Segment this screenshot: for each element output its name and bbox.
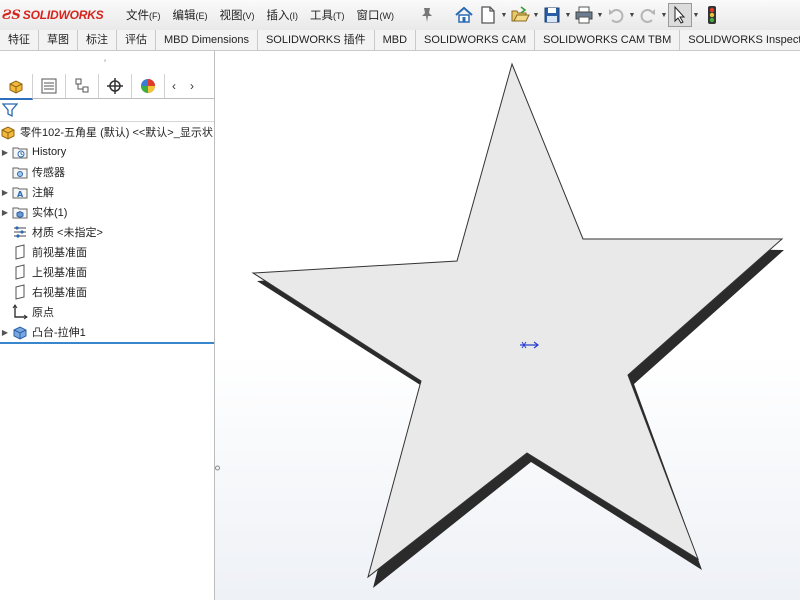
print-icon[interactable] [572, 3, 596, 27]
history-folder-icon [12, 144, 28, 160]
panel-splitter-grip[interactable] [215, 462, 220, 474]
tree-root-label: 零件102-五角星 (默认) <<默认>_显示状 [20, 127, 213, 139]
tree-item-boss-extrude[interactable]: ▶ 凸台-拉伸1 [0, 322, 214, 344]
home-icon[interactable] [452, 3, 476, 27]
menu-file[interactable]: 文件(F) [120, 7, 167, 23]
display-manager-tab[interactable] [132, 74, 165, 98]
panel-collapse-handle[interactable]: ◦ [100, 56, 110, 65]
tree-item-label: 材质 <未指定> [32, 227, 103, 239]
tree-item-label: 传感器 [32, 167, 65, 179]
save-dropdown-icon[interactable]: ▼ [564, 3, 572, 27]
brand-name: SOLIDWORKS [22, 8, 104, 22]
undo-icon[interactable] [604, 3, 628, 27]
feature-manager-icon [9, 80, 23, 94]
tab-sketch[interactable]: 草图 [39, 30, 78, 50]
save-icon[interactable] [540, 3, 564, 27]
quick-access-toolbar: ▼ ▼ ▼ ▼ ▼ ▼ ▼ [452, 0, 724, 30]
tree-item-front-plane[interactable]: 前视基准面 [0, 242, 214, 262]
menu-tools[interactable]: 工具(T) [304, 7, 351, 23]
tabs-scroll-left-icon[interactable]: ‹ [165, 74, 183, 98]
origin-icon [12, 304, 28, 320]
tree-item-label: 右视基准面 [32, 287, 87, 299]
tab-solidworks-inspection[interactable]: SOLIDWORKS Inspect [680, 30, 800, 50]
main-menu: 文件(F) 编辑(E) 视图(V) 插入(I) 工具(T) 窗口(W) [120, 0, 400, 30]
dimxpert-manager-tab[interactable] [99, 74, 132, 98]
redo-icon[interactable] [636, 3, 660, 27]
expand-arrow-icon[interactable]: ▶ [0, 328, 10, 337]
plane-icon [12, 244, 28, 260]
select-cursor-icon[interactable] [668, 3, 692, 27]
tab-solidworks-cam[interactable]: SOLIDWORKS CAM [416, 30, 536, 50]
tree-item-origin[interactable]: 原点 [0, 302, 214, 322]
expand-arrow-icon[interactable]: ▶ [0, 188, 10, 197]
tree-item-label: History [32, 146, 67, 158]
tree-root-part[interactable]: 零件102-五角星 (默认) <<默认>_显示状 [0, 122, 214, 142]
solidworks-logo[interactable]: ƧS SOLIDWORKS [2, 6, 104, 24]
menu-window[interactable]: 窗口(W) [351, 7, 401, 23]
tree-item-sensors[interactable]: 传感器 [0, 162, 214, 182]
tree-item-label: 前视基准面 [32, 247, 87, 259]
tree-item-right-plane[interactable]: 右视基准面 [0, 282, 214, 302]
expand-arrow-icon[interactable]: ▶ [0, 208, 10, 217]
annotation-icon: A [12, 184, 28, 200]
traffic-light-icon[interactable] [700, 3, 724, 27]
manager-tabs: ‹ › [0, 74, 214, 100]
tab-evaluate[interactable]: 评估 [117, 30, 156, 50]
model-view [251, 62, 784, 588]
svg-text:A: A [17, 190, 24, 199]
plane-icon [12, 284, 28, 300]
command-manager-tabs: 特征 草图 标注 评估 MBD Dimensions SOLIDWORKS 插件… [0, 30, 800, 51]
tree-item-top-plane[interactable]: 上视基准面 [0, 262, 214, 282]
dimxpert-icon [107, 78, 123, 94]
expand-arrow-icon[interactable]: ▶ [0, 148, 10, 157]
pin-icon[interactable] [420, 7, 434, 23]
tree-item-material[interactable]: 材质 <未指定> [0, 222, 214, 242]
tab-solidworks-cam-tbm[interactable]: SOLIDWORKS CAM TBM [535, 30, 681, 50]
sensor-icon [12, 164, 28, 180]
open-icon[interactable] [508, 3, 532, 27]
tree-item-label: 实体(1) [32, 207, 68, 219]
menu-edit[interactable]: 编辑(E) [167, 7, 214, 23]
filter-row [0, 99, 214, 122]
configuration-manager-tab[interactable] [66, 74, 99, 98]
graphics-area[interactable] [215, 51, 800, 600]
tree-item-solid-bodies[interactable]: ▶ 实体(1) [0, 202, 214, 222]
tree-item-label: 注解 [32, 187, 54, 199]
undo-dropdown-icon[interactable]: ▼ [628, 3, 636, 27]
tab-mbd[interactable]: MBD [375, 30, 417, 50]
tree-item-annotations[interactable]: ▶ A 注解 [0, 182, 214, 202]
property-manager-icon [41, 78, 57, 94]
configuration-manager-icon [75, 78, 89, 93]
title-toolbar: ƧS SOLIDWORKS 文件(F) 编辑(E) 视图(V) 插入(I) 工具… [0, 0, 800, 31]
ds-logo-icon: ƧS [2, 7, 21, 23]
tab-solidworks-addins[interactable]: SOLIDWORKS 插件 [258, 30, 375, 50]
property-manager-tab[interactable] [33, 74, 66, 98]
boss-extrude-icon [12, 324, 28, 340]
tab-features[interactable]: 特征 [0, 30, 39, 50]
tree-item-label: 凸台-拉伸1 [32, 327, 86, 339]
redo-dropdown-icon[interactable]: ▼ [660, 3, 668, 27]
filter-icon[interactable] [1, 102, 19, 118]
feature-manager-tab[interactable] [0, 74, 33, 100]
plane-icon [12, 264, 28, 280]
tree-item-label: 原点 [32, 307, 54, 319]
part-icon [0, 124, 16, 140]
menu-insert[interactable]: 插入(I) [261, 7, 305, 23]
tab-mbd-dimensions[interactable]: MBD Dimensions [156, 30, 258, 50]
select-dropdown-icon[interactable]: ▼ [692, 3, 700, 27]
tabs-scroll-right-icon[interactable]: › [183, 74, 201, 98]
new-document-icon[interactable] [476, 3, 500, 27]
display-manager-icon [141, 79, 155, 93]
tab-markup[interactable]: 标注 [78, 30, 117, 50]
menu-view[interactable]: 视图(V) [214, 7, 261, 23]
print-dropdown-icon[interactable]: ▼ [596, 3, 604, 27]
solid-bodies-icon [12, 204, 28, 220]
tree-item-history[interactable]: ▶ History [0, 142, 214, 162]
new-dropdown-icon[interactable]: ▼ [500, 3, 508, 27]
material-icon [12, 224, 28, 240]
open-dropdown-icon[interactable]: ▼ [532, 3, 540, 27]
tree-item-label: 上视基准面 [32, 267, 87, 279]
